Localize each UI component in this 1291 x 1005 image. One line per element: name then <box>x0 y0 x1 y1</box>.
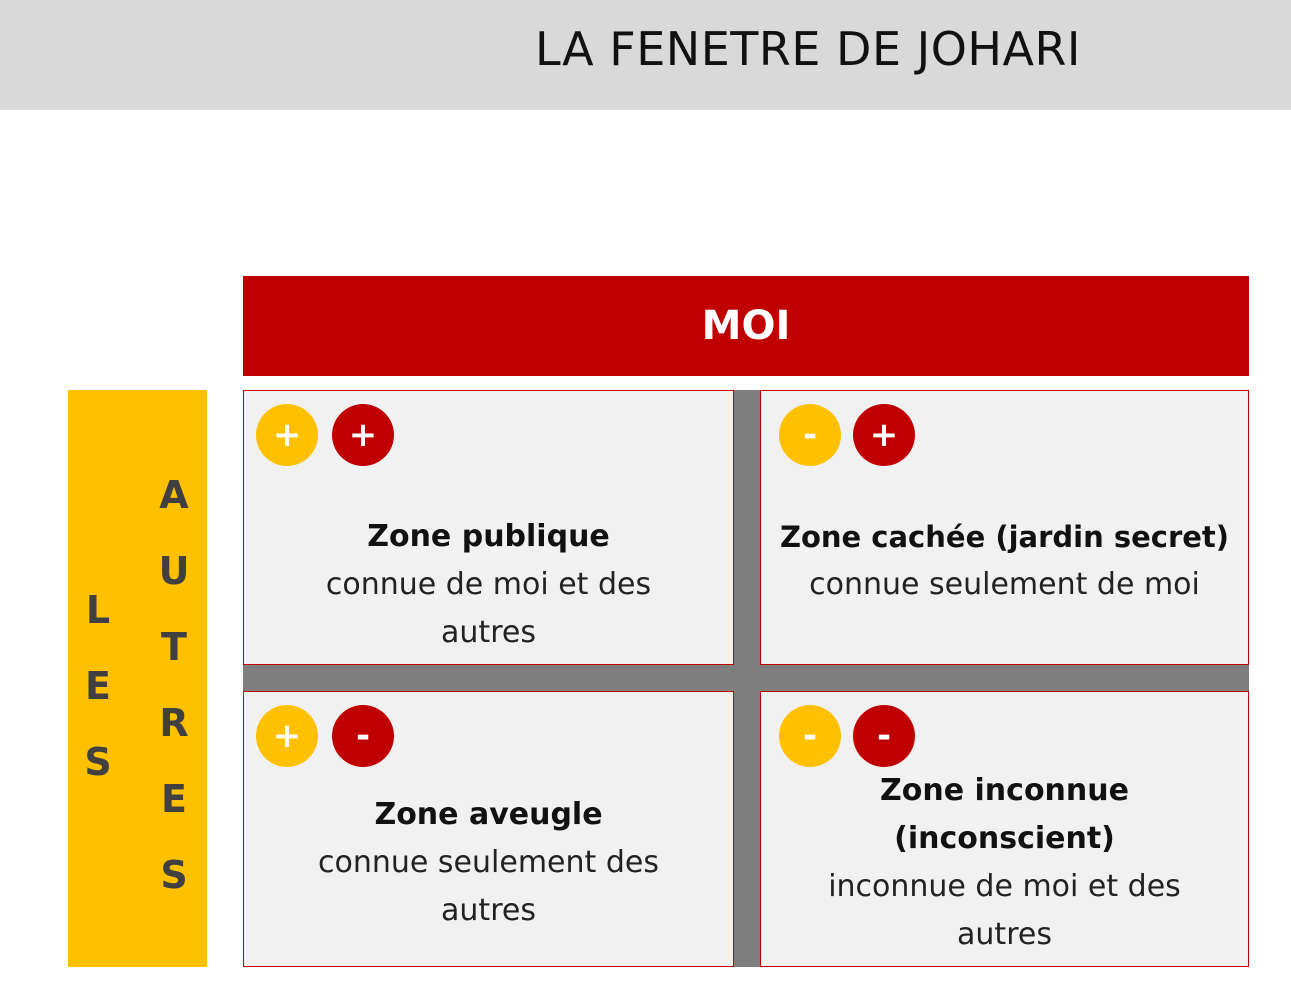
moi-header: MOI <box>243 276 1249 376</box>
plus-icon-yellow: + <box>256 404 318 466</box>
zone-aveugle-cell: + - Zone aveugle connue seulement des au… <box>243 691 734 967</box>
page-title: LA FENETRE DE JOHARI <box>535 22 1081 76</box>
letter-e: E <box>85 664 111 708</box>
zone-publique-desc-line2: autres <box>441 615 536 650</box>
letter-s: S <box>84 740 112 784</box>
zone-inconnue-title-line1: Zone inconnue <box>880 773 1129 808</box>
zone-publique-title: Zone publique <box>367 519 610 554</box>
zone-aveugle-text: Zone aveugle connue seulement des autres <box>244 791 733 935</box>
zone-publique-cell: + + Zone publique connue de moi et des a… <box>243 390 734 665</box>
plus-icon-red: + <box>332 404 394 466</box>
zone-inconnue-text: Zone inconnue (inconscient) inconnue de … <box>761 767 1248 959</box>
zone-aveugle-desc-line1: connue seulement des <box>318 845 659 880</box>
minus-icon-red: - <box>853 705 915 767</box>
plus-icon-red: + <box>853 404 915 466</box>
zone-publique-text: Zone publique connue de moi et des autre… <box>244 513 733 657</box>
minus-icon-yellow: - <box>779 404 841 466</box>
zone-cachee-text: Zone cachée (jardin secret) connue seule… <box>761 513 1248 609</box>
moi-label: MOI <box>701 303 791 349</box>
les-word: L E S <box>78 572 118 800</box>
letter-l: L <box>85 588 111 632</box>
zone-cachee-cell: - + Zone cachée (jardin secret) connue s… <box>760 390 1249 665</box>
letter-a: A <box>159 473 189 517</box>
letter-r: R <box>159 701 189 745</box>
minus-icon-yellow: - <box>779 705 841 767</box>
letter-u: U <box>158 549 190 593</box>
zone-cachee-title: Zone cachée (jardin secret) <box>779 520 1230 554</box>
letter-s2: S <box>160 853 188 897</box>
zone-cachee-desc: connue seulement de moi <box>809 567 1200 602</box>
zone-publique-desc-line1: connue de moi et des <box>325 567 652 602</box>
title-bar: LA FENETRE DE JOHARI <box>0 0 1291 110</box>
plus-icon-yellow: + <box>256 705 318 767</box>
zone-inconnue-desc-line2: autres <box>957 917 1052 952</box>
letter-e2: E <box>161 777 187 821</box>
zone-aveugle-title: Zone aveugle <box>374 797 603 832</box>
minus-icon-red: - <box>332 705 394 767</box>
zone-inconnue-cell: - - Zone inconnue (inconscient) inconnue… <box>760 691 1249 967</box>
letter-t: T <box>161 625 187 669</box>
autres-word: A U T R E S <box>154 457 194 913</box>
zone-aveugle-desc-line2: autres <box>441 893 536 928</box>
zone-inconnue-title-line2: (inconscient) <box>894 821 1115 856</box>
zone-inconnue-desc-line1: inconnue de moi et des <box>828 869 1181 904</box>
